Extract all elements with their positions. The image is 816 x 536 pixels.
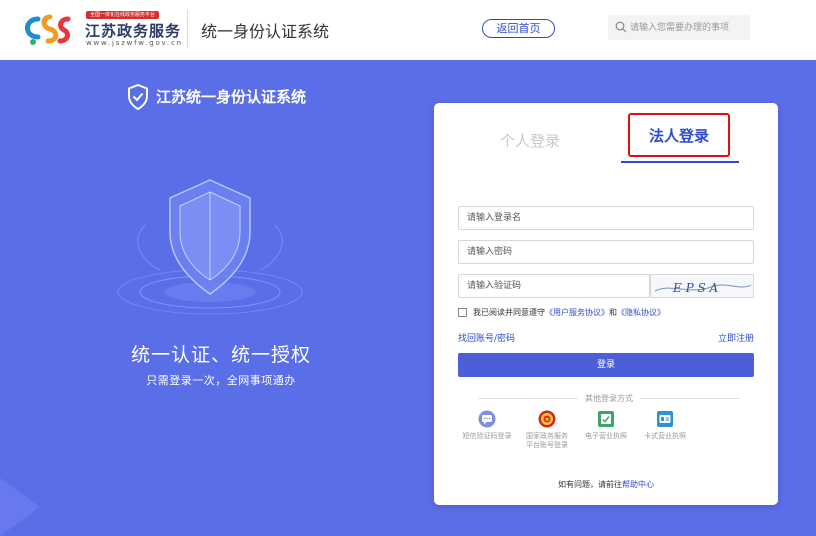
hero-subslogan: 只需登录一次，全网事项通办 xyxy=(146,374,296,387)
search-box[interactable] xyxy=(608,15,750,40)
tab-personal-login[interactable]: 个人登录 xyxy=(500,130,560,151)
corner-decoration xyxy=(0,478,40,536)
hero-slogan: 统一认证、统一授权 xyxy=(130,344,311,366)
search-icon[interactable] xyxy=(615,21,627,33)
agree-and: 和 xyxy=(609,308,617,317)
agree-checkbox[interactable] xyxy=(458,308,467,317)
password-field[interactable] xyxy=(458,240,754,264)
agreement-text: 我已阅读并同意遵守《用户服务协议》和《隐私协议》 xyxy=(473,308,665,318)
back-home-button[interactable]: 返回首页 xyxy=(482,19,555,38)
page-title: 统一身份认证系统 xyxy=(201,22,330,41)
other-methods-divider-left xyxy=(478,398,578,399)
privacy-agreement-link[interactable]: 《隐私协议》 xyxy=(617,308,665,317)
jiangsu-logo-icon[interactable] xyxy=(24,13,76,47)
login-card: 个人登录 法人登录 E P S A 我已阅读并同意遵守《用户服务协议》和《隐私协… xyxy=(434,103,778,505)
chat-bubble-icon xyxy=(478,410,496,428)
card-license-icon xyxy=(657,411,673,427)
active-tab-underline xyxy=(621,161,739,163)
help-prefix: 如有问题，请前往 xyxy=(558,480,622,489)
captcha-image[interactable]: E P S A xyxy=(650,274,754,298)
logo-name[interactable]: 江苏政务服务 xyxy=(85,20,181,41)
tab-highlight-box xyxy=(628,113,730,157)
hero-title: 江苏统一身份认证系统 xyxy=(156,88,307,106)
service-agreement-link[interactable]: 《用户服务协议》 xyxy=(545,308,609,317)
e-license-icon xyxy=(598,411,614,427)
site-header: 全国一体化在线政务服务平台 江苏政务服务 www.jszwfw.gov.cn 统… xyxy=(0,0,816,60)
logo-slogan: 全国一体化在线政务服务平台 xyxy=(86,11,160,19)
card-license-login-option[interactable]: 卡式营业执照 xyxy=(630,410,700,441)
username-field[interactable] xyxy=(458,206,754,230)
captcha-text: E P S A xyxy=(672,281,718,295)
national-emblem-icon xyxy=(538,410,556,428)
forgot-account-link[interactable]: 找回账号/密码 xyxy=(458,331,515,344)
other-methods-title: 其他登录方式 xyxy=(585,394,633,403)
header-divider xyxy=(187,10,188,48)
help-row: 如有问题，请前往帮助中心 xyxy=(434,479,778,490)
help-center-link[interactable]: 帮助中心 xyxy=(622,480,654,489)
shield-hologram-illustration xyxy=(117,179,303,315)
captcha-field[interactable] xyxy=(458,274,650,298)
shield-check-icon xyxy=(128,84,148,110)
card-license-label: 卡式营业执照 xyxy=(644,432,686,440)
agree-prefix: 我已阅读并同意遵守 xyxy=(473,308,545,317)
captcha-noise: E P S A xyxy=(654,281,752,295)
logo-url: www.jszwfw.gov.cn xyxy=(86,39,183,47)
national-platform-label-line2: 平台账号登录 xyxy=(526,441,568,449)
login-button[interactable]: 登录 xyxy=(458,353,754,377)
register-link[interactable]: 立即注册 xyxy=(718,331,754,344)
other-methods-divider-right xyxy=(640,398,740,399)
search-input[interactable] xyxy=(630,18,746,37)
